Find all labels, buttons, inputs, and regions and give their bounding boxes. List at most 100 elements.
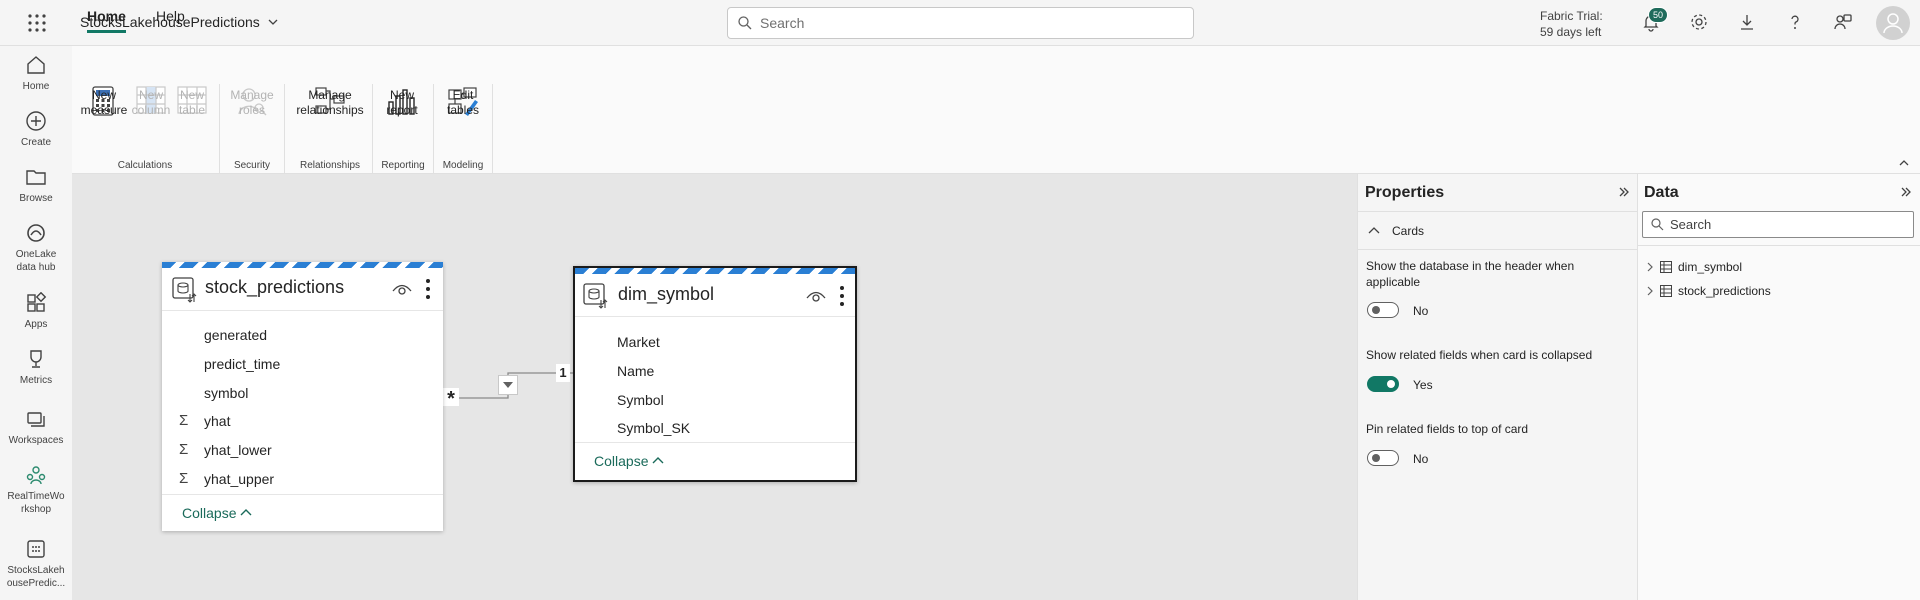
ribbon-separator xyxy=(433,84,434,174)
pane-divider xyxy=(1358,249,1637,250)
field-yhat[interactable]: yhat xyxy=(204,413,230,429)
home-icon xyxy=(27,56,45,74)
collapse-button[interactable]: Collapse xyxy=(182,505,252,521)
account-avatar[interactable] xyxy=(1876,6,1910,40)
collapse-label: Collapse xyxy=(594,453,649,469)
workspace-icon xyxy=(26,466,46,485)
create-icon xyxy=(26,111,46,131)
toggle-show-related[interactable] xyxy=(1367,376,1399,392)
field-name[interactable]: Name xyxy=(617,363,654,379)
button-label: relationships xyxy=(296,103,364,117)
button-label: report xyxy=(386,103,418,117)
visibility-eye-icon[interactable] xyxy=(392,282,412,296)
trial-status[interactable]: Fabric Trial: 59 days left xyxy=(1540,8,1603,40)
properties-title: Properties xyxy=(1365,184,1445,201)
download-icon[interactable] xyxy=(1737,12,1759,34)
field-symbol[interactable]: symbol xyxy=(204,385,248,401)
tab-help[interactable]: Help xyxy=(156,8,185,30)
card-divider xyxy=(162,494,443,495)
button-label: Manage xyxy=(230,88,274,102)
chevron-down-icon xyxy=(268,17,278,27)
ribbon-collapse-icon[interactable] xyxy=(1898,158,1910,168)
button-label: New xyxy=(389,88,414,102)
search-placeholder: Search xyxy=(760,15,805,31)
pane-divider xyxy=(1358,211,1637,212)
properties-pane: Properties Cards Show the database in th… xyxy=(1357,174,1637,600)
search-input[interactable]: Search xyxy=(727,7,1194,39)
collapse-label: Collapse xyxy=(182,505,237,521)
toggle-value: No xyxy=(1413,304,1429,318)
field-market[interactable]: Market xyxy=(617,334,660,350)
field-predict-time[interactable]: predict_time xyxy=(204,356,280,372)
ribbon-separator xyxy=(284,84,285,174)
rail-item-create[interactable]: Create xyxy=(0,110,72,149)
card-header-stripe xyxy=(162,262,443,268)
share-feedback-icon[interactable] xyxy=(1833,12,1855,34)
rail-label: ousePredic... xyxy=(6,578,66,589)
rail-item-workspaces[interactable]: Workspaces xyxy=(0,408,72,447)
rail-item-apps[interactable]: Apps xyxy=(0,292,72,331)
rail-label: Home xyxy=(22,81,50,92)
data-search-input[interactable]: Search xyxy=(1642,211,1914,238)
toggle-value: No xyxy=(1413,452,1429,466)
gear-icon[interactable] xyxy=(1689,12,1711,34)
rail-item-metrics[interactable]: Metrics xyxy=(0,348,72,387)
field-yhat-lower[interactable]: yhat_lower xyxy=(204,442,272,458)
collapse-pane-icon[interactable] xyxy=(1618,186,1630,198)
manage-roles-button[interactable]: Manage roles xyxy=(227,88,277,118)
card-divider xyxy=(575,316,855,317)
toggle-show-database[interactable] xyxy=(1367,302,1399,318)
search-placeholder: Search xyxy=(1670,217,1712,232)
sigma-icon: Σ xyxy=(179,412,189,429)
rail-item-realtimeworkshop[interactable]: RealTimeWo rkshop xyxy=(0,464,72,516)
section-label: Cards xyxy=(1392,224,1425,238)
tree-item-stock-predictions[interactable]: stock_predictions xyxy=(1646,284,1771,298)
cards-section-header[interactable]: Cards xyxy=(1368,224,1424,238)
tab-home[interactable]: Home xyxy=(87,8,126,33)
toggle-pin-related[interactable] xyxy=(1367,450,1399,466)
table-title: stock_predictions xyxy=(205,277,345,297)
option-label-pin-related: Pin related fields to top of card xyxy=(1366,422,1529,436)
more-options-icon[interactable] xyxy=(425,278,431,300)
field-generated[interactable]: generated xyxy=(204,327,267,343)
visibility-eye-icon[interactable] xyxy=(806,289,826,303)
rail-label: StocksLakeh xyxy=(7,565,65,576)
ribbon-separator xyxy=(492,84,493,174)
app-launcher-icon[interactable] xyxy=(26,12,48,34)
rail-item-home[interactable]: Home xyxy=(0,54,72,93)
filter-direction-icon[interactable] xyxy=(498,375,518,395)
field-yhat-upper[interactable]: yhat_upper xyxy=(204,471,274,487)
button-label: tables xyxy=(446,103,480,117)
onelake-icon xyxy=(27,224,45,242)
ribbon-separator xyxy=(372,84,373,174)
rail-label: OneLake xyxy=(15,249,57,260)
new-report-button[interactable]: New report xyxy=(377,88,427,118)
edit-tables-button[interactable]: Edit tables xyxy=(438,88,488,118)
rail-item-stockslakehousepredictions[interactable]: StocksLakeh ousePredic... xyxy=(0,538,72,590)
group-label-security: Security xyxy=(233,160,271,171)
collapse-button[interactable]: Collapse xyxy=(594,453,664,469)
more-options-icon[interactable] xyxy=(839,285,845,307)
manage-relationships-button[interactable]: Manage relationships xyxy=(290,88,370,118)
tree-item-label: stock_predictions xyxy=(1678,284,1771,298)
help-icon[interactable] xyxy=(1785,12,1807,34)
field-symbol[interactable]: Symbol xyxy=(617,392,664,408)
new-measure-button[interactable]: New measure xyxy=(79,88,129,118)
new-table-button[interactable]: New table xyxy=(167,88,217,118)
browse-icon xyxy=(26,170,46,185)
field-symbol-sk[interactable]: Symbol_SK xyxy=(617,420,690,436)
card-divider xyxy=(575,442,855,443)
button-label: New xyxy=(179,88,204,102)
table-card-stock-predictions[interactable]: stock_predictions generated predict_time… xyxy=(162,262,443,531)
tree-item-dim-symbol[interactable]: dim_symbol xyxy=(1646,260,1742,274)
button-label: table xyxy=(178,103,206,117)
ribbon-separator xyxy=(219,84,220,174)
rail-item-onelake[interactable]: OneLake data hub xyxy=(0,222,72,274)
chevron-right-icon xyxy=(1647,286,1653,296)
rail-item-browse[interactable]: Browse xyxy=(0,166,72,205)
toggle-value: Yes xyxy=(1413,378,1433,392)
card-header-stripe xyxy=(575,268,855,274)
group-label-reporting: Reporting xyxy=(381,160,425,171)
collapse-pane-icon[interactable] xyxy=(1900,186,1912,198)
table-card-dim-symbol[interactable]: dim_symbol Market Name Symbol Symbol_SK … xyxy=(573,266,857,482)
